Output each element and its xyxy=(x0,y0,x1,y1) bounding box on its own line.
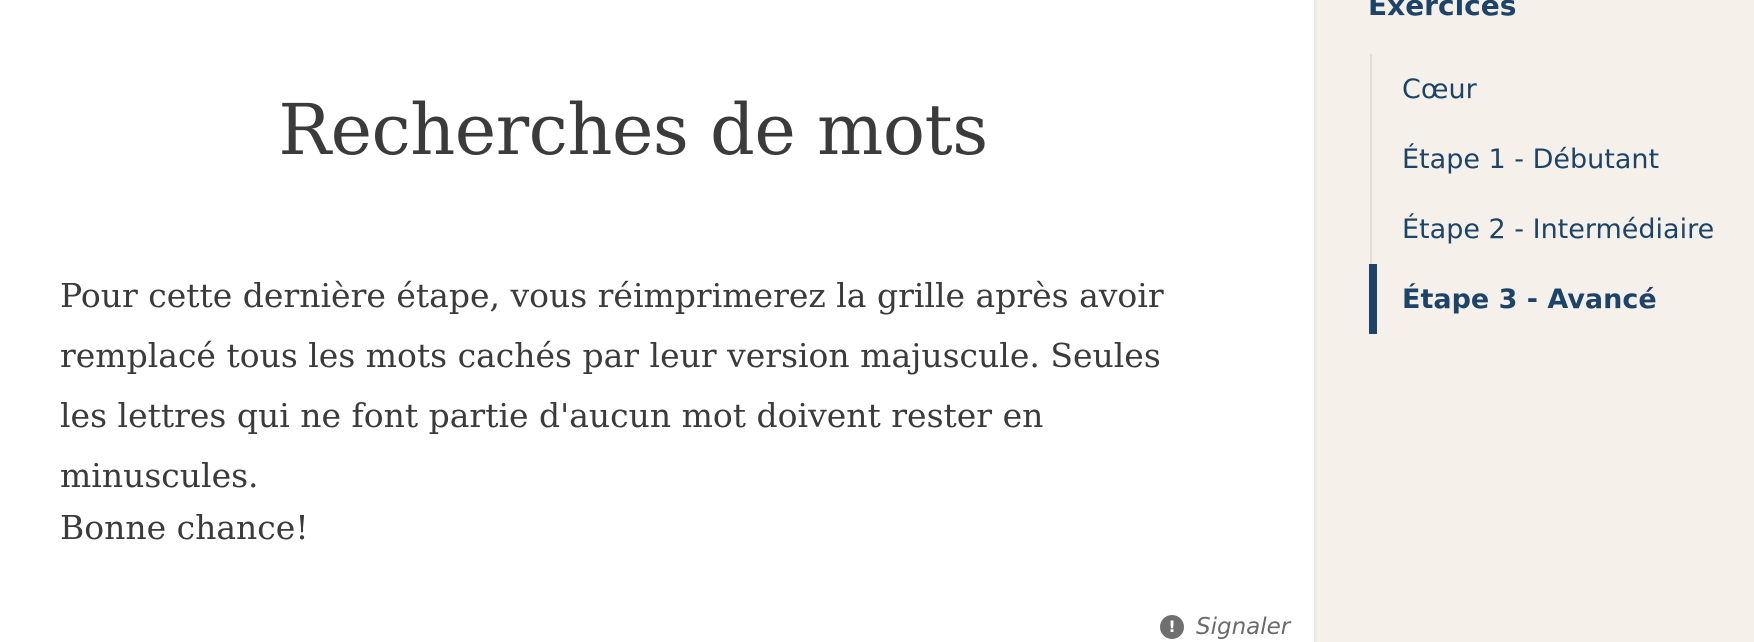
exclamation-circle-icon: ! xyxy=(1160,615,1184,639)
closing-text: Bonne chance! xyxy=(60,508,309,547)
sidebar: Exercices Cœur Étape 1 - Débutant Étape … xyxy=(1314,0,1754,642)
report-button[interactable]: ! Signaler xyxy=(1160,614,1290,640)
page: Recherches de mots Pour cette dernière é… xyxy=(0,0,1754,642)
sidebar-item-etape-3[interactable]: Étape 3 - Avancé xyxy=(1369,264,1752,334)
intro-paragraph: Pour cette dernière étape, vous réimprim… xyxy=(60,276,1164,495)
sidebar-item-etape-1[interactable]: Étape 1 - Débutant xyxy=(1372,124,1752,194)
sidebar-heading: Exercices xyxy=(1368,0,1517,22)
exercise-nav: Cœur Étape 1 - Débutant Étape 2 - Interm… xyxy=(1369,54,1752,334)
report-label: Signaler xyxy=(1196,614,1291,640)
sidebar-item-coeur[interactable]: Cœur xyxy=(1372,54,1752,124)
page-title: Recherches de mots xyxy=(278,89,988,171)
sidebar-item-etape-2[interactable]: Étape 2 - Intermédiaire xyxy=(1372,194,1752,264)
